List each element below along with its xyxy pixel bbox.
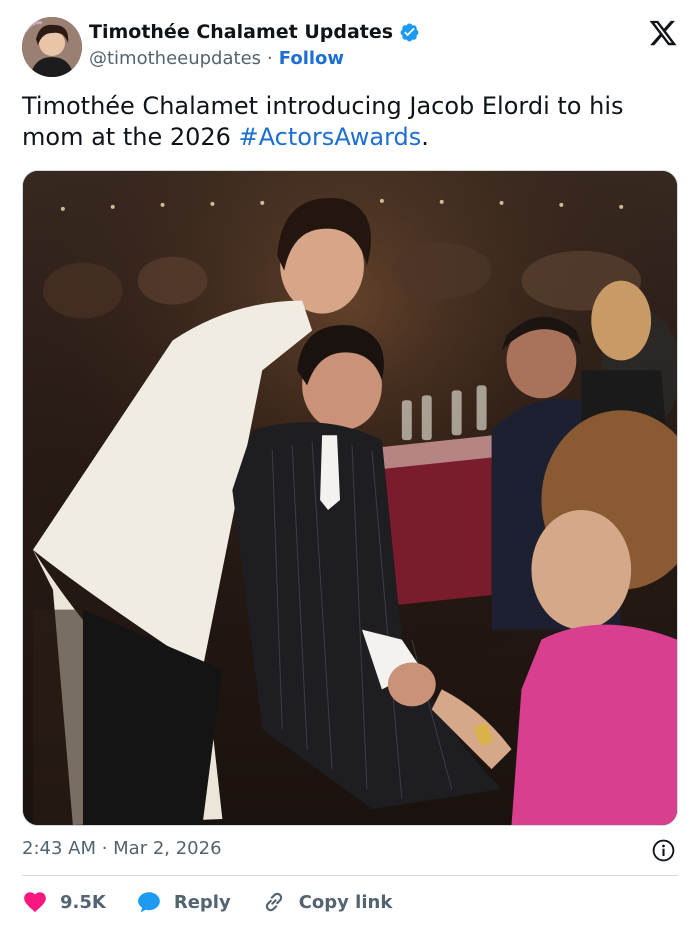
timestamp[interactable]: 2:43 AM · Mar 2, 2026 — [22, 838, 222, 859]
tweet-text-end: . — [421, 123, 429, 151]
link-icon — [265, 892, 282, 912]
avatar[interactable] — [22, 17, 82, 77]
heart-icon — [24, 892, 46, 913]
divider — [22, 875, 678, 876]
reply-label: Reply — [173, 891, 231, 913]
speech-bubble-icon — [138, 892, 160, 913]
tweet-text: Timothée Chalamet introducing Jacob Elor… — [22, 91, 678, 153]
event-photo-image — [23, 171, 677, 825]
x-logo-icon[interactable] — [648, 18, 678, 48]
separator: · — [267, 48, 273, 69]
hashtag-link[interactable]: #ActorsAwards — [239, 123, 422, 151]
handle-row: @timotheeupdates · Follow — [89, 48, 344, 69]
avatar-image — [22, 17, 82, 77]
like-count: 9.5K — [60, 891, 106, 913]
copy-link-button[interactable]: Copy link — [261, 889, 393, 915]
display-name[interactable]: Timothée Chalamet Updates — [89, 21, 393, 43]
handle[interactable]: @timotheeupdates — [89, 48, 261, 69]
follow-button[interactable]: Follow — [279, 48, 344, 69]
verified-badge-icon — [399, 22, 420, 43]
name-row: Timothée Chalamet Updates — [89, 21, 420, 43]
info-icon[interactable] — [651, 838, 676, 863]
reply-button[interactable]: Reply — [136, 889, 231, 915]
tweet-card: Timothée Chalamet Updates @timotheeupdat… — [0, 0, 700, 929]
copy-link-label: Copy link — [298, 891, 393, 913]
action-bar: 9.5K Reply Copy link — [22, 887, 422, 917]
tweet-photo[interactable] — [22, 170, 678, 826]
like-button[interactable]: 9.5K — [22, 889, 106, 915]
